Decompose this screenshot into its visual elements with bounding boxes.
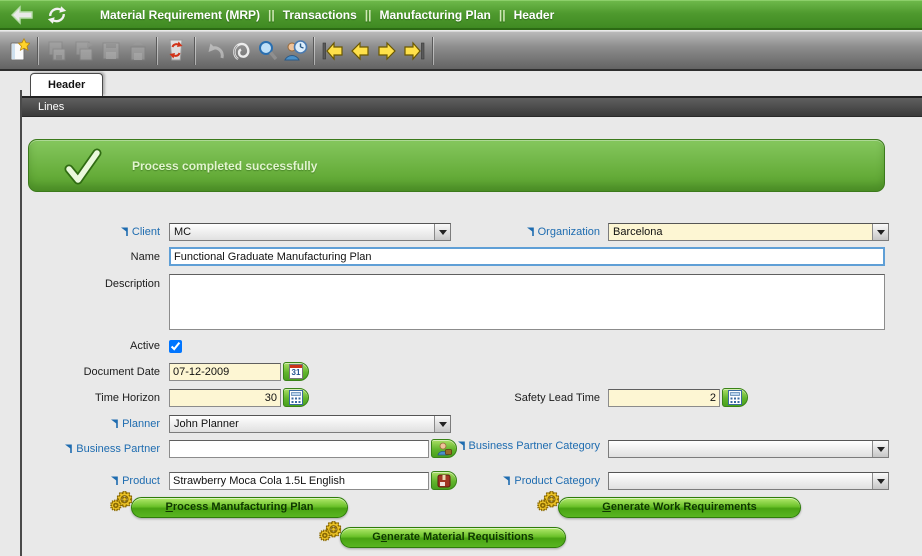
undo-icon <box>200 37 227 65</box>
client-label[interactable]: Client <box>20 223 160 241</box>
generate-work-requirements-button[interactable]: ⚙ ⚙ Generate Work Requirements <box>537 491 801 518</box>
mrp-manufacturing-plan-page: Material Requirement (MRP) || Transactio… <box>0 0 922 556</box>
product-category-select[interactable] <box>608 472 889 490</box>
link-icon <box>65 441 73 459</box>
client-value: MC <box>174 226 192 238</box>
back-icon[interactable] <box>9 3 35 27</box>
organization-label[interactable]: Organization <box>432 223 600 241</box>
next-record-icon[interactable] <box>373 37 400 65</box>
name-label: Name <box>130 251 160 263</box>
breadcrumb-module: Transactions <box>282 7 357 22</box>
planner-label-text: Planner <box>122 418 160 430</box>
product-label-text: Product <box>122 475 160 487</box>
checkmark-icon <box>61 147 105 190</box>
link-icon <box>120 224 129 242</box>
product-category-label[interactable]: Product Category <box>432 472 600 490</box>
time-horizon-input[interactable] <box>169 389 281 407</box>
toolbar-separator <box>432 36 433 65</box>
planner-select[interactable]: John Planner <box>169 415 451 433</box>
refresh-icon[interactable] <box>44 3 70 27</box>
toolbar-separator <box>313 36 314 65</box>
breadcrumb-menu: Manufacturing Plan <box>379 7 491 22</box>
chevron-down-icon[interactable] <box>872 224 888 240</box>
safety-lead-time-input[interactable] <box>608 389 720 407</box>
previous-record-icon[interactable] <box>346 37 373 65</box>
toolbar-separator <box>194 36 195 65</box>
tab-lines[interactable]: Lines <box>22 96 922 117</box>
last-record-icon[interactable] <box>400 37 427 65</box>
calculator-icon[interactable] <box>722 388 748 407</box>
audit-trail-icon[interactable] <box>281 37 308 65</box>
product-category-label-text: Product Category <box>514 475 600 487</box>
calculator-icon[interactable] <box>283 388 309 407</box>
planner-label[interactable]: Planner <box>20 415 160 433</box>
product-category-value <box>609 473 872 489</box>
save-icon <box>97 37 124 65</box>
chevron-down-icon[interactable] <box>872 473 888 489</box>
description-textarea[interactable] <box>169 274 885 330</box>
document-date-input[interactable] <box>169 363 281 381</box>
search-icon[interactable] <box>254 37 281 65</box>
business-partner-category-label[interactable]: Business Partner Category <box>432 440 600 453</box>
new-record-icon[interactable] <box>5 37 32 65</box>
calendar-day-label: 31 <box>289 364 303 379</box>
time-horizon-label: Time Horizon <box>95 392 160 404</box>
organization-value: Barcelona <box>613 226 663 238</box>
client-select[interactable]: MC <box>169 223 451 241</box>
gears-icon: ⚙ ⚙ <box>319 519 343 544</box>
first-record-icon[interactable] <box>319 37 346 65</box>
save-and-new-icon <box>43 37 70 65</box>
success-message-box: Process completed successfully <box>28 139 885 192</box>
success-message-text: Process completed successfully <box>132 159 318 173</box>
description-label: Description <box>104 278 160 290</box>
save-and-next-icon <box>70 37 97 65</box>
business-partner-label[interactable]: Business Partner <box>20 440 160 458</box>
toolbar-separator <box>37 36 38 65</box>
active-label: Active <box>130 340 160 352</box>
link-icon <box>111 473 119 491</box>
tab-header[interactable]: Header <box>30 73 104 96</box>
gears-icon: ⚙ ⚙ <box>110 489 134 514</box>
link-icon <box>457 441 466 454</box>
business-partner-label-text: Business Partner <box>76 443 160 455</box>
breadcrumb-tab: Header <box>513 7 555 22</box>
document-date-label: Document Date <box>83 366 160 378</box>
product-input[interactable] <box>169 472 429 490</box>
save-and-close-icon <box>124 37 151 65</box>
name-input[interactable] <box>169 247 885 266</box>
business-partner-category-value <box>609 441 872 457</box>
client-label-text: Client <box>131 226 160 238</box>
product-label[interactable]: Product <box>20 472 160 490</box>
chevron-down-icon[interactable] <box>872 441 888 457</box>
breadcrumb-separator: || <box>498 7 506 22</box>
breadcrumb-separator: || <box>364 7 372 22</box>
organization-label-text: Organization <box>537 226 600 238</box>
breadcrumb: Material Requirement (MRP) || Transactio… <box>100 8 554 22</box>
tab-header-label: Header <box>48 79 86 91</box>
link-icon <box>503 473 511 491</box>
planner-value: John Planner <box>174 418 239 430</box>
business-partner-category-select[interactable] <box>608 440 889 458</box>
titlebar: Material Requirement (MRP) || Transactio… <box>0 0 922 30</box>
link-icon <box>111 416 119 434</box>
business-partner-input[interactable] <box>169 440 429 458</box>
toolbar <box>0 31 922 71</box>
gears-icon: ⚙ ⚙ <box>537 489 561 514</box>
breadcrumb-separator: || <box>268 7 275 22</box>
delete-icon[interactable] <box>162 37 189 65</box>
link-icon <box>526 224 535 242</box>
chevron-down-icon[interactable] <box>434 416 450 432</box>
toolbar-separator <box>156 36 157 65</box>
safety-lead-time-label: Safety Lead Time <box>514 392 600 404</box>
tab-lines-label: Lines <box>38 101 65 113</box>
calendar-icon[interactable]: 31 <box>283 362 309 381</box>
process-manufacturing-plan-button[interactable]: ⚙ ⚙ Process Manufacturing Plan <box>110 491 348 518</box>
active-checkbox[interactable] <box>169 340 182 353</box>
organization-select[interactable]: Barcelona <box>608 223 889 241</box>
business-partner-category-label-text: Business Partner Category <box>468 440 600 452</box>
generate-material-requisitions-button[interactable]: ⚙ ⚙ Generate Material Requisitions <box>319 521 566 548</box>
breadcrumb-window: Material Requirement (MRP) <box>100 7 261 22</box>
attachment-icon[interactable] <box>227 37 254 65</box>
